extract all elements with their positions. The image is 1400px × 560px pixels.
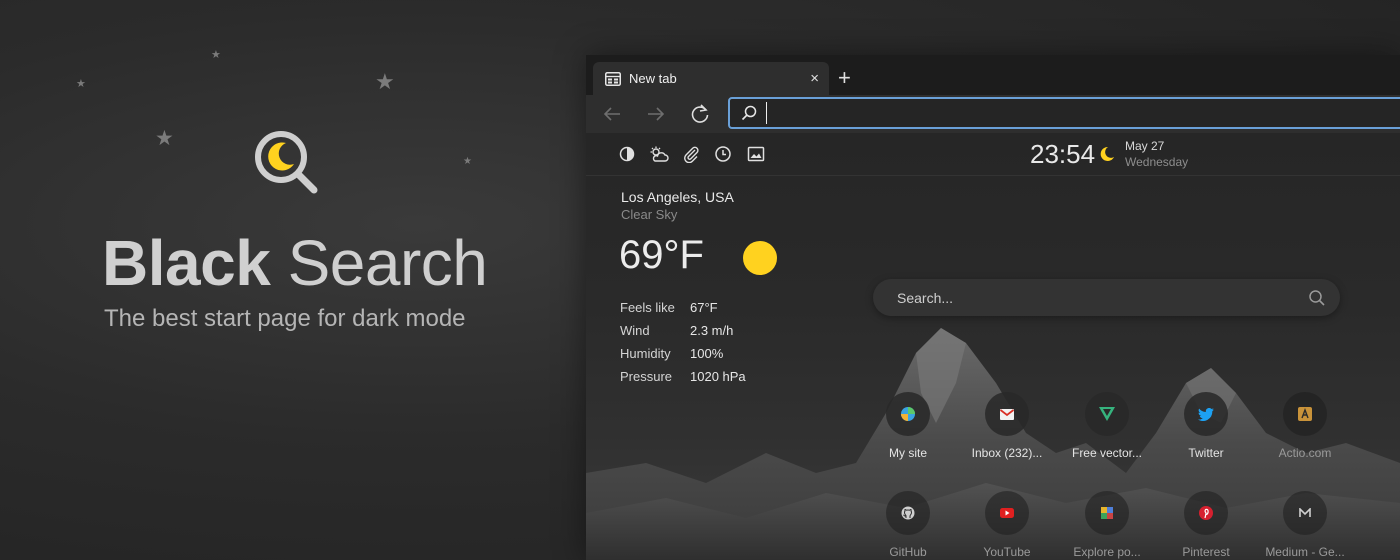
shortcut-tile[interactable]: GitHub <box>858 491 958 559</box>
tagline: The best start page for dark mode <box>104 305 466 332</box>
date-label: May 27 <box>1125 139 1165 153</box>
gmail-icon <box>985 392 1029 436</box>
tab-new-tab[interactable]: New tab × <box>593 62 829 95</box>
brand-title-bold: Black <box>102 227 271 299</box>
weather-detail-label: Feels like <box>620 300 675 315</box>
star-icon: ★ <box>76 77 86 90</box>
back-icon[interactable] <box>600 102 624 126</box>
shortcut-label: YouTube <box>983 545 1031 559</box>
image-icon[interactable] <box>747 145 765 163</box>
weekday-label: Wednesday <box>1125 155 1189 169</box>
shortcut-label: Explore po... <box>1073 545 1141 559</box>
address-input[interactable] <box>766 102 1400 124</box>
forward-icon[interactable] <box>644 102 668 126</box>
star-icon: ★ <box>463 156 472 167</box>
star-icon: ★ <box>211 48 221 61</box>
shortcut-label: GitHub <box>889 545 927 559</box>
search-icon <box>741 105 757 121</box>
shortcut-tile[interactable]: Free vector... <box>1057 392 1157 460</box>
shortcut-label: My site <box>888 446 927 460</box>
brand-title: Black Search <box>102 226 488 300</box>
brand-title-light: Search <box>287 227 488 299</box>
shortcut-tile[interactable]: Medium - Ge... <box>1255 491 1355 559</box>
explore-icon <box>1085 491 1129 535</box>
shortcut-label: Free vector... <box>1071 446 1143 460</box>
weather-temperature: 69°F <box>619 233 704 277</box>
clock-icon[interactable] <box>714 145 732 163</box>
refresh-icon[interactable] <box>688 102 712 126</box>
shortcut-tile[interactable]: Inbox (232)... <box>957 392 1057 460</box>
search-icon[interactable] <box>1308 289 1326 307</box>
moon-icon <box>1100 146 1114 161</box>
page-top-bar: 23:54 May 27 Wednesday <box>586 133 1400 176</box>
paperclip-icon[interactable] <box>682 145 700 163</box>
new-tab-page-icon <box>605 71 621 86</box>
sun-icon <box>743 241 777 275</box>
toolbar <box>586 95 1400 133</box>
address-bar[interactable] <box>728 97 1400 129</box>
pinterest-icon <box>1184 491 1228 535</box>
shortcut-tile[interactable]: Explore po... <box>1057 491 1157 559</box>
search-input[interactable] <box>897 289 1308 306</box>
vecteezy-icon <box>1085 392 1129 436</box>
black-search-logo <box>255 131 318 194</box>
weather-detail-row: Feels like 67°F <box>620 300 718 315</box>
github-icon <box>886 491 930 535</box>
tab-title: New tab <box>629 71 677 86</box>
shortcut-label: Twitter <box>1188 446 1224 460</box>
new-tab-page: 23:54 May 27 Wednesday Los Angeles, USA … <box>586 133 1400 560</box>
weather-condition: Clear Sky <box>621 207 678 222</box>
browser-window: New tab × + 23:54 May 27 Wednesday Los A… <box>586 55 1400 560</box>
twitter-icon <box>1184 392 1228 436</box>
actio-icon <box>1283 392 1327 436</box>
shortcut-tile[interactable]: My site <box>858 392 958 460</box>
weather-detail-value: 67°F <box>690 300 718 315</box>
close-icon[interactable]: × <box>810 70 819 87</box>
shortcut-tile[interactable]: YouTube <box>957 491 1057 559</box>
star-icon: ★ <box>155 126 174 150</box>
shortcut-tile[interactable]: Actio.com <box>1255 392 1355 460</box>
youtube-icon <box>985 491 1029 535</box>
shortcut-tile[interactable]: Pinterest <box>1156 491 1256 559</box>
shortcut-label: Actio.com <box>1278 446 1332 460</box>
shortcut-tile[interactable]: Twitter <box>1156 392 1256 460</box>
clock-time: 23:54 <box>1030 139 1096 169</box>
medium-icon <box>1283 491 1327 535</box>
search-box[interactable] <box>873 279 1340 316</box>
theme-contrast-icon[interactable] <box>618 145 636 163</box>
star-icon: ★ <box>375 70 395 95</box>
shortcut-label: Inbox (232)... <box>971 446 1043 460</box>
my-site-icon <box>886 392 930 436</box>
tab-strip: New tab × + <box>586 55 1400 95</box>
new-tab-button[interactable]: + <box>838 65 851 91</box>
weather-city: Los Angeles, USA <box>621 189 734 205</box>
shortcut-label: Pinterest <box>1182 545 1230 559</box>
shortcut-label: Medium - Ge... <box>1265 545 1345 559</box>
weather-icon[interactable] <box>648 145 670 163</box>
